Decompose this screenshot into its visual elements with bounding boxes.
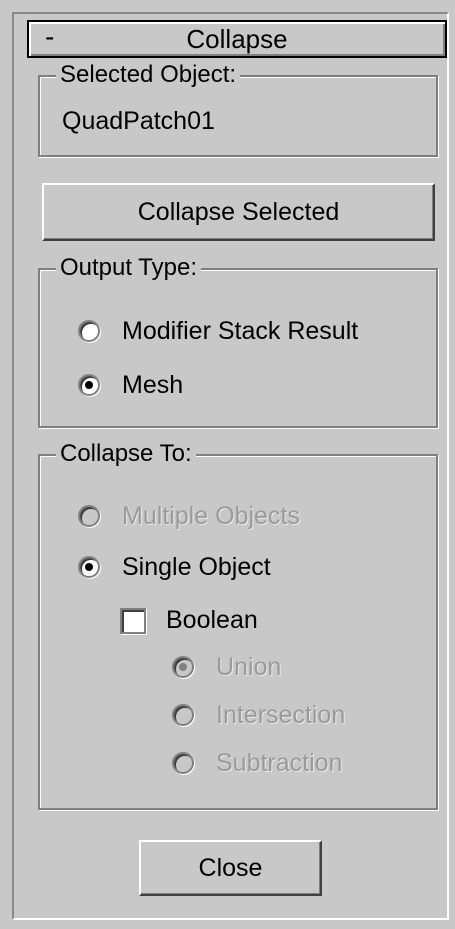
radio-label: Modifier Stack Result (122, 317, 359, 345)
selected-object-label: Selected Object: (56, 60, 241, 90)
radio-button-icon[interactable] (78, 556, 100, 578)
radio-label: Mesh (122, 371, 184, 399)
radio-label: Single Object (122, 553, 271, 581)
radio-button-icon[interactable] (172, 704, 194, 726)
collapse-to-group: Collapse To: Multiple Objects Single Obj… (38, 439, 438, 810)
radio-button-icon[interactable] (78, 320, 100, 342)
collapse-to-label: Collapse To: (56, 439, 196, 469)
collapse-rollout-header[interactable]: - Collapse (27, 20, 447, 58)
output-type-label: Output Type: (56, 253, 201, 283)
radio-label: Subtraction (216, 749, 343, 777)
radio-button-icon[interactable] (78, 374, 100, 396)
radio-label: Multiple Objects (122, 502, 300, 530)
selected-object-value: QuadPatch01 (62, 107, 215, 135)
rollout-title: Collapse (186, 24, 288, 54)
checkbox-label: Boolean (166, 606, 258, 634)
close-button[interactable]: Close (139, 840, 322, 896)
radio-button-icon[interactable] (172, 656, 194, 678)
radio-button-icon[interactable] (78, 505, 100, 527)
collapse-selected-button[interactable]: Collapse Selected (42, 183, 435, 241)
output-type-group: Output Type: Modifier Stack Result Mesh (38, 253, 438, 428)
radio-button-icon[interactable] (172, 752, 194, 774)
selected-object-group: Selected Object: QuadPatch01 (38, 60, 438, 157)
radio-label: Union (216, 653, 282, 681)
radio-label: Intersection (216, 701, 346, 729)
checkbox-icon[interactable] (120, 608, 146, 634)
